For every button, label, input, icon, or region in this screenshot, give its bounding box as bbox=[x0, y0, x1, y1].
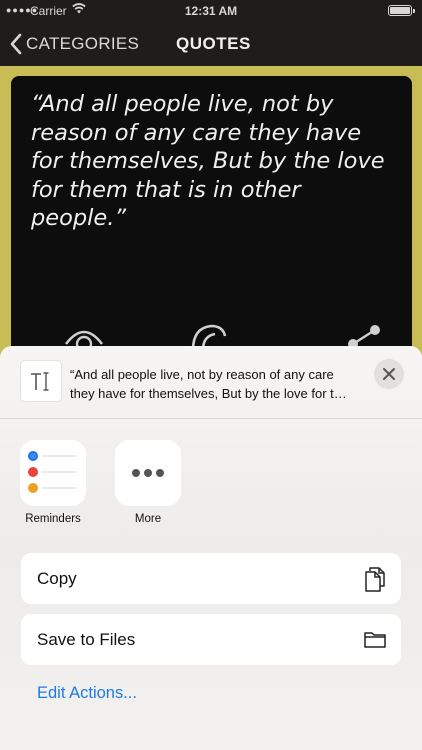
close-button[interactable] bbox=[374, 359, 404, 389]
chevron-left-icon bbox=[10, 33, 22, 55]
share-preview: “And all people live, not by reason of a… bbox=[0, 346, 422, 418]
quote-line: for them that is in other bbox=[31, 176, 301, 203]
status-bar: ●●●●● Carrier 12:31 AM bbox=[0, 0, 422, 22]
preview-line: they have for themselves, But by the lov… bbox=[70, 386, 347, 401]
share-apps-row: Reminders More bbox=[0, 440, 422, 530]
back-button-label: CATEGORIES bbox=[26, 34, 140, 53]
divider bbox=[0, 418, 422, 419]
clock: 12:31 AM bbox=[184, 4, 238, 18]
app-reminders[interactable]: Reminders bbox=[13, 440, 93, 525]
app-label: Reminders bbox=[25, 513, 81, 525]
copy-button[interactable]: Copy bbox=[21, 553, 401, 604]
quote-text: “And all people live, not by reason of a… bbox=[31, 90, 401, 233]
quote-line: reason of any care they have bbox=[31, 119, 362, 146]
save-to-files-button[interactable]: Save to Files bbox=[21, 614, 401, 665]
battery-icon bbox=[388, 5, 415, 16]
back-button[interactable]: CATEGORIES bbox=[10, 30, 139, 58]
copy-label: Copy bbox=[37, 569, 77, 588]
close-icon bbox=[383, 368, 395, 380]
app-more[interactable]: More bbox=[108, 440, 188, 525]
edit-actions-link[interactable]: Edit Actions... bbox=[37, 684, 137, 703]
app-label: More bbox=[134, 513, 162, 525]
reminders-icon bbox=[20, 440, 86, 506]
folder-icon bbox=[363, 630, 387, 655]
copy-icon bbox=[363, 565, 387, 598]
text-format-icon bbox=[20, 360, 62, 402]
page-title: QUOTES bbox=[176, 34, 251, 53]
preview-line: “And all people live, not by reason of a… bbox=[70, 367, 334, 382]
share-sheet: “And all people live, not by reason of a… bbox=[0, 346, 422, 750]
preview-text: “And all people live, not by reason of a… bbox=[70, 365, 370, 403]
quote-line: for themselves, But by the love bbox=[31, 148, 385, 174]
top-bar: ●●●●● Carrier 12:31 AM CATEGORIES QUOTES bbox=[0, 0, 422, 66]
save-to-files-label: Save to Files bbox=[37, 630, 136, 649]
quote-line: people.” bbox=[31, 205, 127, 231]
navigation-bar: CATEGORIES QUOTES bbox=[0, 22, 422, 66]
quote-line: “And all people live, not by bbox=[31, 91, 334, 117]
more-icon bbox=[115, 440, 181, 506]
